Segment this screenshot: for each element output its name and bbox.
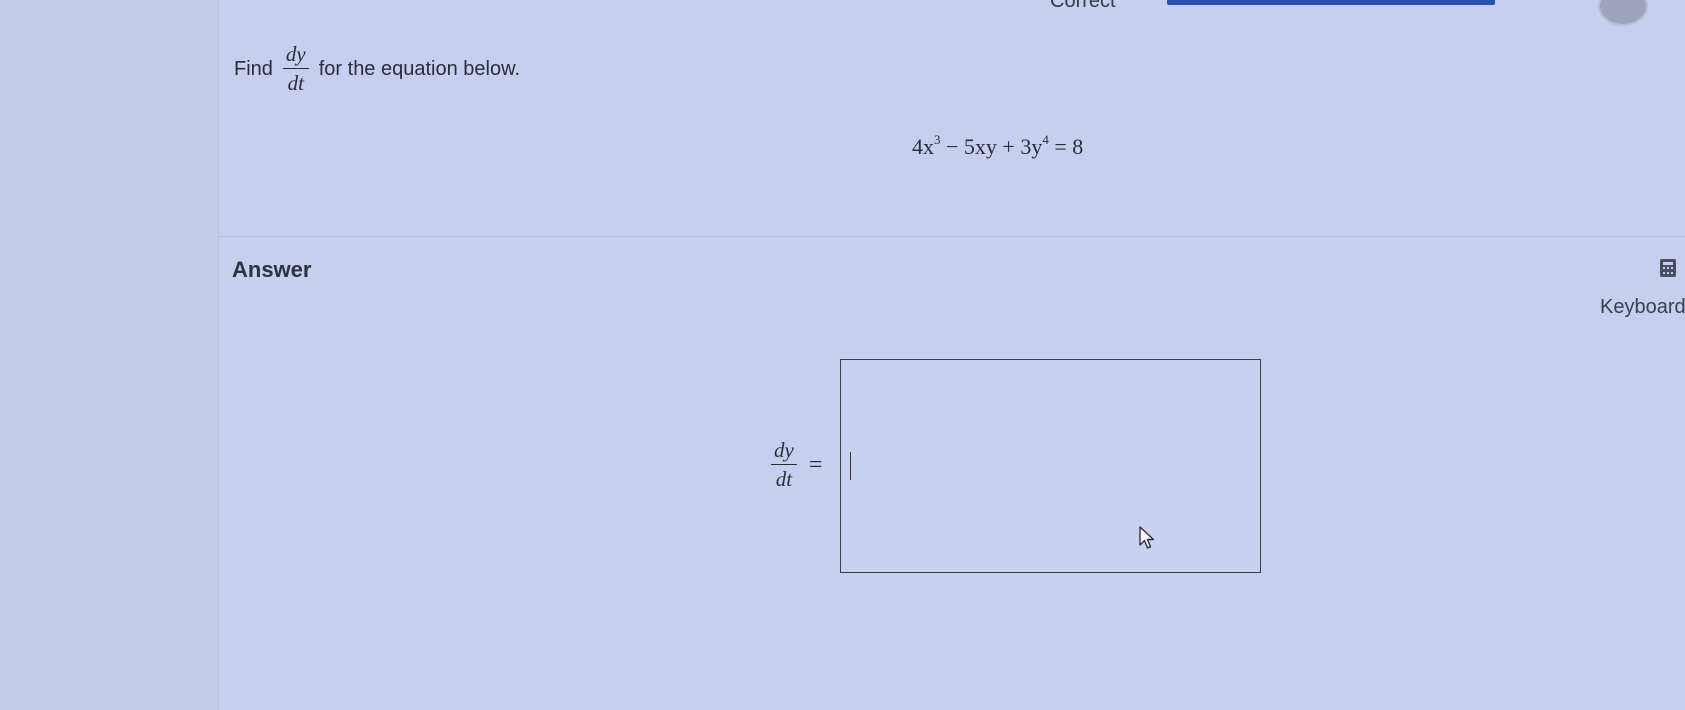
text-caret [850,452,851,480]
status-text: Correct [1050,0,1116,12]
answer-heading: Answer [232,257,312,282]
answer-fraction-denominator: dt [775,467,793,491]
question-prompt: Find dy dt for the equation below. [234,40,520,98]
fraction-numerator: dy [282,44,309,69]
calculator-icon [1660,259,1676,277]
equation-rhs: = 8 [1048,134,1084,159]
keyboard-button[interactable]: Keyboard [1598,255,1685,323]
answer-lhs: dy dt = [771,440,822,490]
section-divider [218,236,1685,237]
answer-input[interactable] [847,448,1251,484]
equation: 4x3 − 5xy + 3y4 = 8 [912,133,1084,160]
equation-term-1: 4x [912,134,934,159]
fraction-denominator: dt [287,71,304,95]
question-suffix: for the equation below. [318,57,520,80]
answer-input-box[interactable] [840,359,1261,573]
mouse-pointer-icon [1139,526,1155,549]
equation-term-2: − 5xy + 3y [940,134,1043,159]
answer-derivative-fraction: dy dt [771,440,797,490]
question-panel [218,0,1685,710]
question-prefix: Find [234,57,273,80]
keyboard-label: Keyboard [1600,296,1685,318]
equals-sign: = [808,451,823,478]
question-derivative-fraction: dy dt [282,44,309,95]
answer-fraction-numerator: dy [771,440,797,465]
progress-bar [1167,0,1495,5]
